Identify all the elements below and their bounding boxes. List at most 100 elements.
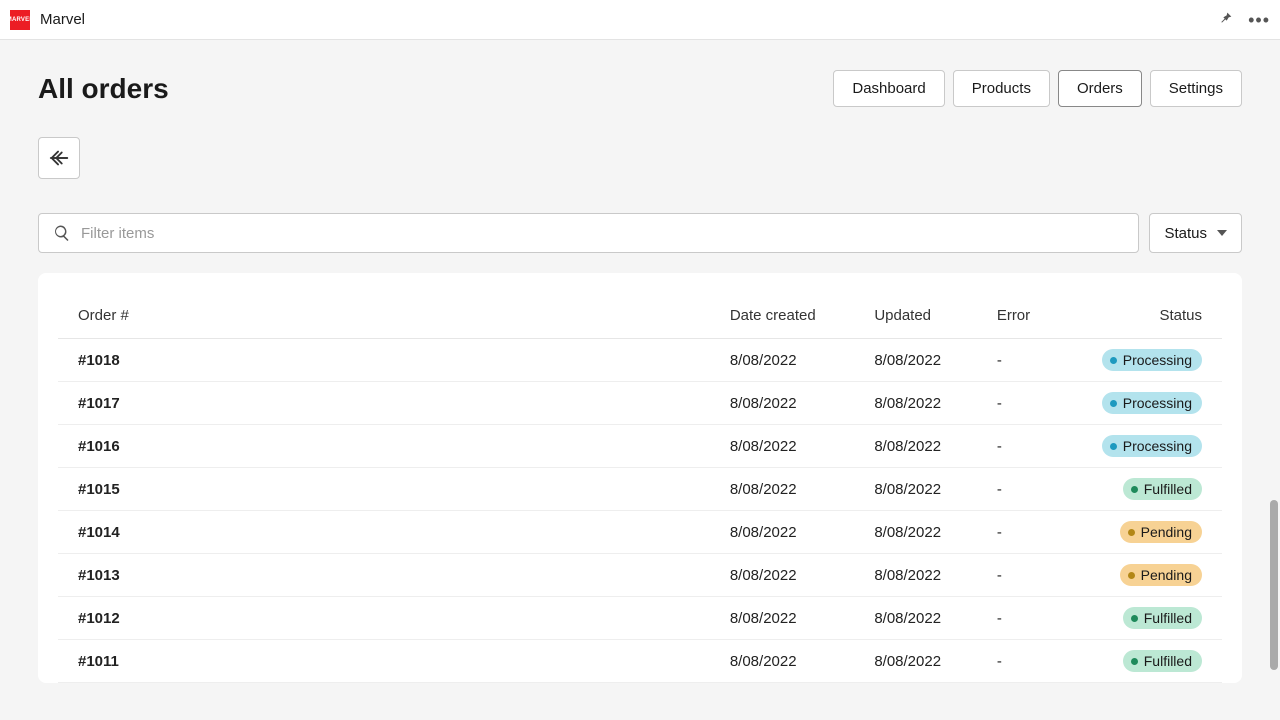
search-icon: [53, 224, 71, 242]
nav-buttons: Dashboard Products Orders Settings: [833, 70, 1242, 107]
pin-icon[interactable]: [1218, 10, 1234, 29]
cell-error: -: [977, 597, 1061, 640]
status-badge-label: Fulfilled: [1144, 610, 1192, 626]
cell-error: -: [977, 640, 1061, 683]
table-row[interactable]: #10168/08/20228/08/2022-Processing: [58, 425, 1222, 468]
status-badge-label: Processing: [1123, 352, 1192, 368]
cell-status: Fulfilled: [1061, 468, 1222, 511]
cell-order-id: #1013: [58, 554, 710, 597]
status-dot-icon: [1110, 357, 1117, 364]
cell-created: 8/08/2022: [710, 339, 854, 382]
cell-created: 8/08/2022: [710, 425, 854, 468]
filter-row: Status: [38, 213, 1242, 253]
page-body: All orders Dashboard Products Orders Set…: [0, 40, 1280, 683]
table-row[interactable]: #10158/08/20228/08/2022-Fulfilled: [58, 468, 1222, 511]
table-row[interactable]: #10148/08/20228/08/2022-Pending: [58, 511, 1222, 554]
status-dot-icon: [1131, 486, 1138, 493]
status-badge: Processing: [1102, 435, 1202, 457]
table-row[interactable]: #10178/08/20228/08/2022-Processing: [58, 382, 1222, 425]
cell-updated: 8/08/2022: [854, 382, 977, 425]
status-dropdown-label: Status: [1164, 225, 1207, 242]
table-row[interactable]: #10118/08/20228/08/2022-Fulfilled: [58, 640, 1222, 683]
nav-orders[interactable]: Orders: [1058, 70, 1142, 107]
table-row[interactable]: #10128/08/20228/08/2022-Fulfilled: [58, 597, 1222, 640]
status-badge-label: Processing: [1123, 395, 1192, 411]
cell-updated: 8/08/2022: [854, 339, 977, 382]
status-badge-label: Processing: [1123, 438, 1192, 454]
topbar-right: •••: [1218, 10, 1270, 29]
cell-error: -: [977, 468, 1061, 511]
nav-settings[interactable]: Settings: [1150, 70, 1242, 107]
cell-order-id: #1015: [58, 468, 710, 511]
cell-status: Processing: [1061, 339, 1222, 382]
status-dot-icon: [1110, 443, 1117, 450]
cell-created: 8/08/2022: [710, 382, 854, 425]
cell-error: -: [977, 339, 1061, 382]
topbar-title: Marvel: [40, 11, 85, 28]
cell-error: -: [977, 554, 1061, 597]
back-button[interactable]: [38, 137, 80, 179]
arrow-left-icon: [48, 147, 70, 169]
cell-created: 8/08/2022: [710, 554, 854, 597]
cell-updated: 8/08/2022: [854, 640, 977, 683]
page-header: All orders Dashboard Products Orders Set…: [38, 70, 1242, 107]
filter-input[interactable]: [81, 225, 1124, 242]
brand-logo: MARVEL: [10, 10, 30, 30]
status-dot-icon: [1131, 658, 1138, 665]
status-badge: Processing: [1102, 392, 1202, 414]
status-badge: Fulfilled: [1123, 478, 1202, 500]
cell-error: -: [977, 425, 1061, 468]
cell-created: 8/08/2022: [710, 640, 854, 683]
more-icon[interactable]: •••: [1248, 11, 1270, 29]
cell-updated: 8/08/2022: [854, 554, 977, 597]
status-badge: Pending: [1120, 521, 1202, 543]
cell-created: 8/08/2022: [710, 597, 854, 640]
cell-order-id: #1011: [58, 640, 710, 683]
cell-error: -: [977, 382, 1061, 425]
cell-updated: 8/08/2022: [854, 511, 977, 554]
cell-status: Fulfilled: [1061, 597, 1222, 640]
cell-status: Processing: [1061, 425, 1222, 468]
table-row[interactable]: #10138/08/20228/08/2022-Pending: [58, 554, 1222, 597]
page-title: All orders: [38, 73, 169, 105]
app-topbar: MARVEL Marvel •••: [0, 0, 1280, 40]
cell-order-id: #1012: [58, 597, 710, 640]
cell-error: -: [977, 511, 1061, 554]
cell-updated: 8/08/2022: [854, 425, 977, 468]
cell-status: Processing: [1061, 382, 1222, 425]
status-dot-icon: [1110, 400, 1117, 407]
table-header-row: Order # Date created Updated Error Statu…: [58, 293, 1222, 339]
col-header-updated: Updated: [854, 293, 977, 339]
scrollbar-thumb[interactable]: [1270, 500, 1278, 670]
status-badge-label: Pending: [1141, 567, 1192, 583]
col-header-created: Date created: [710, 293, 854, 339]
chevron-down-icon: [1217, 228, 1227, 238]
cell-updated: 8/08/2022: [854, 468, 977, 511]
topbar-left: MARVEL Marvel: [10, 10, 85, 30]
status-dropdown[interactable]: Status: [1149, 213, 1242, 253]
cell-status: Pending: [1061, 511, 1222, 554]
col-header-order: Order #: [58, 293, 710, 339]
status-badge: Processing: [1102, 349, 1202, 371]
nav-dashboard[interactable]: Dashboard: [833, 70, 944, 107]
table-row[interactable]: #10188/08/20228/08/2022-Processing: [58, 339, 1222, 382]
cell-status: Pending: [1061, 554, 1222, 597]
cell-order-id: #1014: [58, 511, 710, 554]
status-badge-label: Fulfilled: [1144, 481, 1192, 497]
status-dot-icon: [1131, 615, 1138, 622]
status-badge-label: Fulfilled: [1144, 653, 1192, 669]
status-dot-icon: [1128, 572, 1135, 579]
nav-products[interactable]: Products: [953, 70, 1050, 107]
status-badge: Pending: [1120, 564, 1202, 586]
orders-table: Order # Date created Updated Error Statu…: [58, 293, 1222, 683]
status-badge-label: Pending: [1141, 524, 1192, 540]
cell-order-id: #1018: [58, 339, 710, 382]
status-dot-icon: [1128, 529, 1135, 536]
cell-updated: 8/08/2022: [854, 597, 977, 640]
status-badge: Fulfilled: [1123, 650, 1202, 672]
cell-created: 8/08/2022: [710, 468, 854, 511]
col-header-error: Error: [977, 293, 1061, 339]
search-box[interactable]: [38, 213, 1139, 253]
cell-status: Fulfilled: [1061, 640, 1222, 683]
cell-order-id: #1017: [58, 382, 710, 425]
